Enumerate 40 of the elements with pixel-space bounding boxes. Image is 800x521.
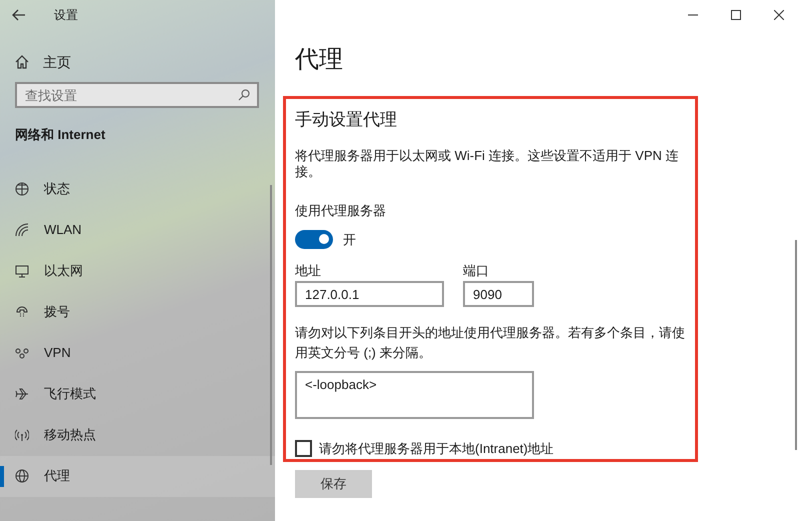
nav-item[interactable]: 飞行模式 — [0, 374, 275, 414]
address-field[interactable]: 127.0.0.1 — [295, 281, 444, 307]
description-text: 请勿对以下列条目开头的地址使用代理服务器。若有多个条目，请使用英文分号 (;) 来分隔。 — [295, 324, 685, 362]
globe-icon — [15, 469, 29, 483]
home-icon — [15, 55, 29, 69]
save-button[interactable]: 保存 — [295, 470, 372, 498]
exceptions-field[interactable]: <-loopback> — [295, 371, 534, 419]
close-icon[interactable] — [774, 10, 784, 20]
nav-item[interactable]: 代理 — [0, 456, 275, 496]
toggle-switch[interactable] — [295, 230, 333, 249]
port-field[interactable]: 9090 — [463, 281, 534, 307]
field-label: 地址 — [295, 263, 322, 279]
vpn-icon — [15, 346, 29, 360]
airplane-icon — [15, 387, 29, 401]
monitor-icon — [15, 264, 29, 278]
nav-item[interactable]: 移动热点 — [0, 414, 275, 456]
antenna-icon — [15, 428, 29, 442]
search-field[interactable]: 查找设置 — [15, 82, 259, 108]
page-title: 代理 — [295, 45, 344, 75]
toggle-label: 使用代理服务器 — [295, 202, 387, 220]
section-heading: 网络和 Internet — [15, 126, 106, 144]
checkbox[interactable] — [295, 440, 312, 458]
maximize-icon[interactable] — [730, 10, 740, 20]
back-icon[interactable] — [12, 9, 26, 21]
field-label: 端口 — [463, 263, 490, 279]
description-text: 将代理服务器用于以太网或 Wi-Fi 连接。这些设置不适用于 VPN 连接。 — [295, 148, 680, 180]
nav-item[interactable]: VPN — [0, 332, 275, 374]
nav-item[interactable]: 状态 — [0, 168, 275, 210]
wifi-icon — [15, 223, 29, 237]
nav-item[interactable]: WLAN — [0, 210, 275, 250]
nav-item[interactable]: 拨号 — [0, 292, 275, 332]
nav-item[interactable]: 以太网 — [0, 250, 275, 292]
home-item[interactable]: 主页 — [15, 48, 71, 76]
phone-icon — [15, 305, 29, 319]
window-title: 设置 — [54, 7, 78, 24]
search-icon — [238, 89, 250, 101]
toggle-state: 开 — [343, 230, 356, 248]
section-title: 手动设置代理 — [295, 109, 398, 131]
checkbox-label: 请勿将代理服务器用于本地(Intranet)地址 — [319, 440, 554, 458]
globe-icon — [15, 182, 29, 196]
